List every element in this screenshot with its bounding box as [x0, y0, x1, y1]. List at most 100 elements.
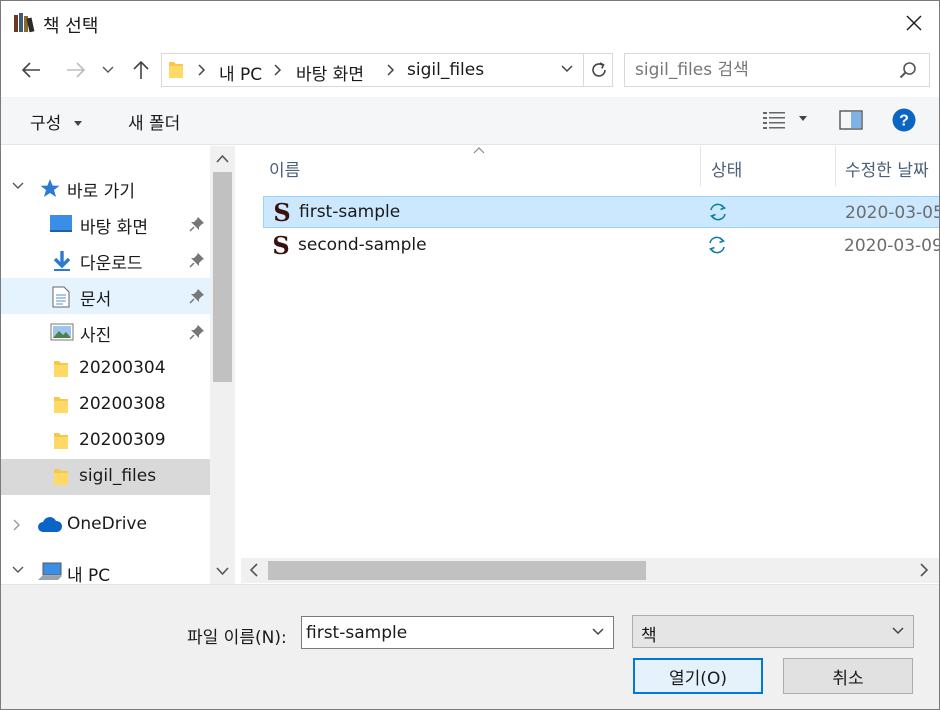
preview-pane-icon[interactable]	[839, 110, 863, 130]
sidebar-item-pictures[interactable]: 사진	[1, 314, 210, 350]
chevron-right-icon	[198, 64, 206, 76]
sidebar-item-label: 20200308	[79, 394, 166, 414]
up-button[interactable]	[128, 57, 154, 83]
pin-icon[interactable]	[189, 216, 205, 232]
forward-button[interactable]	[63, 57, 89, 83]
chevron-left-icon[interactable]	[249, 563, 259, 577]
svg-text:S: S	[272, 234, 289, 258]
sidebar-item-label: 20200309	[79, 430, 166, 450]
column-header-status[interactable]: 상태	[711, 146, 742, 186]
help-icon[interactable]: ?	[892, 108, 916, 132]
nav-pane-scrollbar[interactable]	[210, 146, 235, 584]
cancel-button[interactable]: 취소	[783, 658, 913, 694]
sidebar-item-quick-access[interactable]: 바로 가기	[1, 170, 210, 206]
title-bar: 책 선택	[1, 1, 939, 45]
file-name: first-sample	[299, 202, 401, 222]
breadcrumb-desktop[interactable]: 바탕 화면	[296, 60, 364, 85]
address-bar[interactable]: 내 PC 바탕 화면 sigil_files	[161, 53, 613, 87]
back-button[interactable]	[18, 57, 44, 83]
caret-down-icon[interactable]	[798, 116, 808, 122]
table-row[interactable]: S first-sample 2020-03-05	[263, 196, 939, 228]
file-list: 이름 상태 수정한 날짜 S first-sample 2020-03-05 S…	[241, 146, 939, 584]
svg-text:?: ?	[899, 113, 909, 130]
scrollbar-thumb[interactable]	[213, 172, 232, 382]
search-input[interactable]	[635, 54, 885, 86]
caret-down-icon	[73, 121, 82, 126]
sync-icon	[709, 203, 727, 221]
arrow-up-icon	[133, 60, 149, 79]
breadcrumb-sigil-files[interactable]: sigil_files	[407, 60, 484, 80]
cloud-icon	[38, 517, 63, 532]
chevron-down-icon[interactable]	[891, 626, 905, 636]
breadcrumb-this-pc[interactable]: 내 PC	[219, 60, 262, 85]
refresh-icon	[591, 62, 606, 77]
chevron-down-icon[interactable]	[560, 62, 574, 76]
chevron-right-icon[interactable]	[11, 518, 21, 532]
filename-label: 파일 이름(N):	[187, 628, 287, 648]
sidebar-item-20200304[interactable]: 20200304	[1, 351, 210, 387]
chevron-down-icon[interactable]	[216, 566, 229, 576]
chevron-down-icon[interactable]	[591, 627, 605, 637]
refresh-button[interactable]	[583, 53, 613, 87]
computer-icon	[38, 562, 62, 580]
books-icon	[14, 13, 35, 33]
folder-icon	[169, 62, 183, 78]
pin-icon[interactable]	[189, 252, 205, 268]
chevron-down-icon[interactable]	[11, 181, 25, 191]
command-bar: 구성 새 폴더	[1, 97, 939, 145]
arrow-right-icon	[67, 62, 86, 78]
documents-icon	[52, 286, 70, 308]
sigil-file-icon: S	[273, 201, 290, 225]
filename-input[interactable]	[306, 617, 576, 648]
sync-icon	[708, 236, 726, 254]
svg-text:S: S	[273, 201, 290, 225]
pin-icon[interactable]	[189, 324, 205, 340]
file-date: 2020-03-05	[845, 203, 939, 223]
sidebar-item-sigil-files[interactable]: sigil_files	[1, 459, 210, 495]
view-details-icon[interactable]	[763, 111, 785, 129]
filename-combobox[interactable]	[301, 616, 614, 649]
file-date: 2020-03-09	[844, 236, 939, 256]
file-list-scrollbar[interactable]	[241, 558, 939, 583]
chevron-down-icon[interactable]	[11, 565, 25, 575]
sidebar-item-label: 바로 가기	[67, 182, 135, 202]
chevron-down-icon	[102, 66, 114, 73]
sidebar-item-onedrive[interactable]: OneDrive	[1, 507, 210, 543]
column-divider[interactable]	[700, 146, 701, 186]
chevron-right-icon	[387, 64, 395, 76]
sidebar-item-this-pc[interactable]: 내 PC	[1, 554, 210, 584]
column-header-name[interactable]: 이름	[269, 146, 300, 186]
chevron-right-icon[interactable]	[919, 563, 929, 577]
sidebar-item-label: 내 PC	[67, 566, 111, 584]
arrow-left-icon	[21, 62, 40, 78]
folder-icon	[54, 361, 68, 377]
filetype-value: 책	[641, 626, 657, 646]
column-header-date[interactable]: 수정한 날짜	[845, 146, 929, 186]
filetype-select[interactable]: 책	[632, 615, 914, 648]
column-divider[interactable]	[835, 146, 836, 186]
recent-locations-button[interactable]	[98, 57, 118, 83]
new-folder-button[interactable]: 새 폴더	[128, 109, 180, 134]
sort-ascending-icon	[473, 147, 485, 154]
scrollbar-thumb[interactable]	[268, 561, 646, 580]
sidebar-item-desktop[interactable]: 바탕 화면	[1, 206, 210, 242]
organize-button[interactable]: 구성	[30, 109, 83, 134]
table-row[interactable]: S second-sample 2020-03-09	[263, 230, 939, 262]
pin-icon[interactable]	[189, 288, 205, 304]
sidebar-item-downloads[interactable]: 다운로드	[1, 242, 210, 278]
sidebar-item-label: OneDrive	[67, 514, 147, 534]
file-name: second-sample	[298, 235, 427, 255]
search-icon[interactable]	[899, 61, 917, 79]
search-box[interactable]	[624, 53, 930, 87]
sidebar-item-label: 다운로드	[80, 254, 143, 274]
sidebar-item-20200308[interactable]: 20200308	[1, 387, 210, 423]
sigil-file-icon: S	[272, 234, 289, 258]
sidebar-item-20200309[interactable]: 20200309	[1, 423, 210, 459]
organize-label: 구성	[30, 114, 62, 134]
star-icon	[40, 179, 60, 197]
open-button[interactable]: 열기(O)	[633, 658, 763, 694]
close-button[interactable]	[889, 1, 939, 45]
sidebar-item-label: sigil_files	[79, 466, 157, 486]
sidebar-item-documents[interactable]: 문서	[1, 278, 210, 314]
chevron-up-icon[interactable]	[216, 154, 229, 164]
